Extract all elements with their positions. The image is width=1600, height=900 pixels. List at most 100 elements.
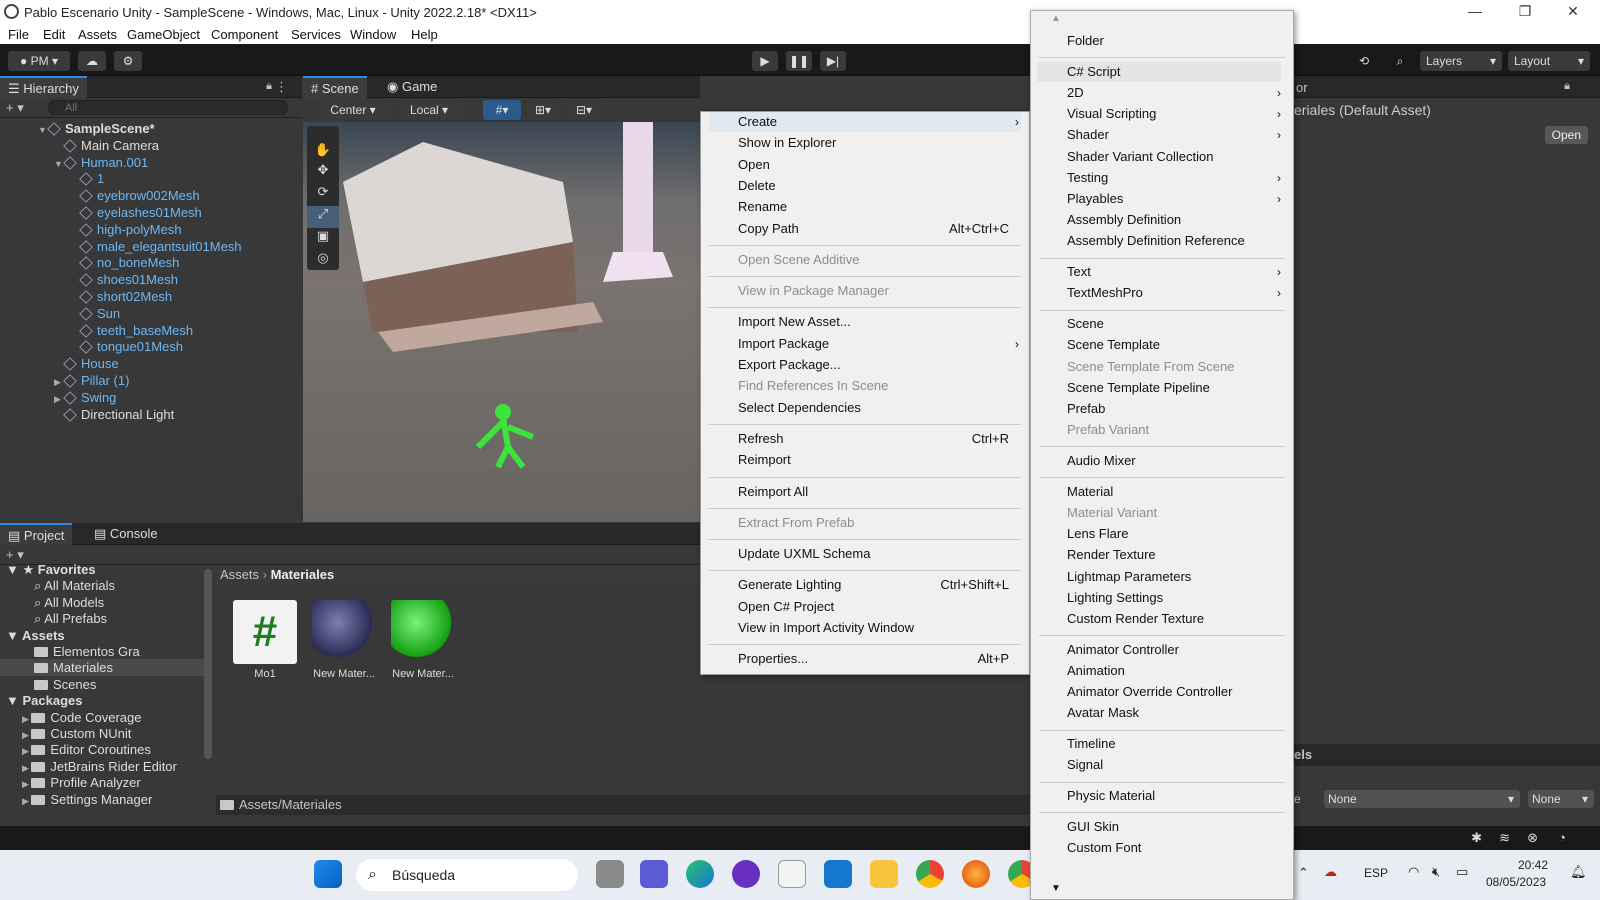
menu-file[interactable]: File xyxy=(8,27,29,42)
hierarchy-row[interactable]: male_elegantsuit01Mesh xyxy=(70,238,242,255)
create-menu-item[interactable]: Scene Template Pipeline xyxy=(1067,378,1281,398)
snap-increment-button[interactable]: ⊞▾ xyxy=(527,100,559,120)
expand-arrow-icon[interactable]: ▶ xyxy=(22,730,31,740)
project-tree-item[interactable]: ▶ Custom NUnit xyxy=(0,725,204,742)
scale-tool-icon[interactable]: ⤢ xyxy=(307,206,339,228)
create-menu-item[interactable]: C# Script xyxy=(1037,61,1281,82)
cloud-icon[interactable]: ☁ xyxy=(78,51,106,71)
cache-icon[interactable]: ≋ xyxy=(1499,830,1510,846)
tab-hierarchy[interactable]: ☰ Hierarchy xyxy=(0,76,87,98)
project-tree-item[interactable]: Materiales xyxy=(0,659,204,677)
hierarchy-row[interactable]: tongue01Mesh xyxy=(70,338,183,355)
project-tree-item[interactable]: ⌕ All Models xyxy=(0,594,204,611)
create-menu-item[interactable]: Shader › xyxy=(1067,125,1281,145)
lock-icon[interactable]: 🔒︎ xyxy=(1564,80,1570,93)
project-tree-item[interactable]: ▶ Code Coverage xyxy=(0,709,204,726)
hierarchy-row[interactable]: shoes01Mesh xyxy=(70,271,178,288)
pivot-dropdown[interactable]: Center ▾ xyxy=(317,100,389,120)
project-tree-item[interactable]: ▼ Packages xyxy=(0,692,204,709)
context-menu-item[interactable]: Delete xyxy=(738,176,1009,196)
hierarchy-row[interactable]: high-polyMesh xyxy=(70,221,182,238)
menu-window[interactable]: Window xyxy=(350,27,396,42)
search-icon[interactable]: ⌕ xyxy=(1386,51,1414,71)
open-button[interactable]: Open xyxy=(1544,126,1588,144)
context-menu-item[interactable]: Import Package › xyxy=(738,334,1019,354)
volume-mute-icon[interactable]: 🔇︎ xyxy=(1432,864,1440,880)
menu-component[interactable]: Component xyxy=(211,27,278,42)
hierarchy-row[interactable]: House xyxy=(54,355,119,372)
transform-tool-icon[interactable]: ◎ xyxy=(307,250,339,272)
project-tree-item[interactable]: ▶ Profile Analyzer xyxy=(0,774,204,791)
context-menu-item[interactable]: Open C# Project xyxy=(738,597,1009,617)
project-tree-item[interactable]: ⌕ All Materials xyxy=(0,577,204,594)
context-menu-item[interactable]: Open xyxy=(738,155,1009,175)
project-tree-item[interactable]: Elementos Gra xyxy=(0,643,204,660)
create-menu-item[interactable]: Lens Flare xyxy=(1067,524,1281,544)
windows-start-icon[interactable] xyxy=(314,860,342,888)
maximize-button[interactable]: ❐ xyxy=(1510,3,1540,20)
hand-tool-icon[interactable]: ✋ xyxy=(307,138,339,162)
chrome-icon[interactable] xyxy=(916,860,944,888)
hierarchy-row[interactable]: ▼ SampleScene* xyxy=(38,120,155,137)
create-menu-item[interactable]: Animator Override Controller xyxy=(1067,682,1281,702)
context-menu-item[interactable]: Reimport All xyxy=(738,482,1009,502)
hierarchy-row[interactable]: 1 xyxy=(70,170,104,187)
hierarchy-row[interactable]: Directional Light xyxy=(54,406,174,423)
tab-scene[interactable]: # Scene xyxy=(303,76,367,98)
create-menu-item[interactable]: Testing › xyxy=(1067,168,1281,188)
context-menu-item[interactable]: Properties... Alt+P xyxy=(738,649,1009,669)
context-menu-item[interactable]: Export Package... xyxy=(738,355,1009,375)
create-menu-item[interactable]: Material xyxy=(1067,482,1281,502)
context-menu-item[interactable]: Create › xyxy=(709,112,1021,132)
create-menu-item[interactable]: Custom Render Texture xyxy=(1067,609,1281,629)
tab-game[interactable]: ◉ Game xyxy=(379,76,445,98)
create-menu-item[interactable]: Folder xyxy=(1067,31,1281,51)
more-icon[interactable]: ⋮ xyxy=(275,79,288,95)
create-menu-item[interactable]: Scene xyxy=(1067,314,1281,334)
expand-arrow-icon[interactable]: ▶ xyxy=(22,746,31,756)
create-menu-item[interactable]: Scene Template xyxy=(1067,335,1281,355)
hierarchy-search-input[interactable] xyxy=(48,100,288,115)
language-indicator[interactable]: ESP xyxy=(1364,866,1388,880)
teams-icon[interactable] xyxy=(640,860,668,888)
step-button[interactable]: ▶| xyxy=(820,51,846,71)
notification-icon[interactable]: 🔔︎ xyxy=(1570,864,1587,880)
chevron-up-icon[interactable]: ⌃ xyxy=(1298,865,1309,881)
create-menu-item[interactable]: Render Texture xyxy=(1067,545,1281,565)
create-menu-item[interactable]: Assembly Definition xyxy=(1067,210,1281,230)
hierarchy-row[interactable]: ▼ Human.001 xyxy=(54,154,148,171)
grid-snap-button[interactable]: #▾ xyxy=(483,100,521,120)
project-tree-item[interactable]: Scenes xyxy=(0,676,204,693)
layout-dropdown[interactable]: Layout ▾ xyxy=(1508,51,1590,71)
variant-dropdown[interactable]: None ▾ xyxy=(1528,790,1594,808)
create-menu-item[interactable]: Playables › xyxy=(1067,189,1281,209)
task-view-icon[interactable] xyxy=(596,860,624,888)
grid-visibility-button[interactable]: ⊟▾ xyxy=(565,100,603,120)
project-tree-item[interactable]: ▼ ★ Favorites xyxy=(0,561,204,578)
menu-help[interactable]: Help xyxy=(411,27,438,42)
context-menu-item[interactable]: Refresh Ctrl+R xyxy=(738,429,1009,449)
expand-arrow-icon[interactable]: ▼ xyxy=(38,122,48,139)
store-icon[interactable] xyxy=(778,860,806,888)
file-explorer-icon[interactable] xyxy=(870,860,898,888)
space-dropdown[interactable]: Local ▾ xyxy=(397,100,461,120)
expand-arrow-icon[interactable]: ▼ xyxy=(54,156,64,173)
create-menu-item[interactable]: Lighting Settings xyxy=(1067,588,1281,608)
clock-date[interactable]: 08/05/2023 xyxy=(1486,875,1546,889)
context-menu-item[interactable]: View in Import Activity Window xyxy=(738,618,1009,638)
create-menu-item[interactable]: Physic Material xyxy=(1067,786,1281,806)
menu-gameobject[interactable]: GameObject xyxy=(127,27,200,42)
play-button[interactable]: ▶ xyxy=(752,51,778,71)
create-menu-item[interactable]: Avatar Mask xyxy=(1067,703,1281,723)
hierarchy-row[interactable]: no_boneMesh xyxy=(70,254,179,271)
assetbundle-dropdown[interactable]: None ▾ xyxy=(1324,790,1520,808)
expand-arrow-icon[interactable]: ▶ xyxy=(22,796,31,806)
create-menu-item[interactable]: Lightmap Parameters xyxy=(1067,567,1281,587)
context-menu-item[interactable]: Copy Path Alt+Ctrl+C xyxy=(738,219,1009,239)
tab-console[interactable]: ▤ Console xyxy=(86,523,166,545)
layers-dropdown[interactable]: Layers ▾ xyxy=(1420,51,1502,71)
project-tree-item[interactable]: ▼ Assets xyxy=(0,627,204,644)
scene-viewport[interactable]: ✋ ✥ ⟳ ⤢ ▣ ◎ xyxy=(303,122,700,522)
expand-arrow-icon[interactable]: ▶ xyxy=(22,763,31,773)
create-menu-item[interactable]: Timeline xyxy=(1067,734,1281,754)
